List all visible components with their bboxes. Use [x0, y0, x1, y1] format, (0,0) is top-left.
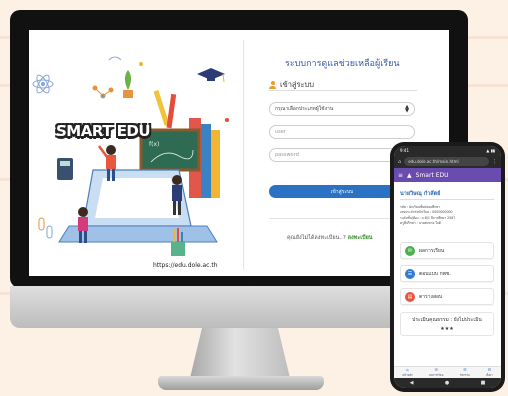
paperclip-icon: [38, 217, 53, 239]
menu-item-exam-schedule[interactable]: ▤ ตารางสอบ: [400, 288, 494, 305]
pencil-cup-icon: [171, 228, 185, 256]
menu-item-label: ตารางสอบ: [419, 293, 443, 300]
graduation-cap-icon: [197, 68, 225, 83]
menu-item-survey[interactable]: ☰ ตอบแบบ กพช.: [400, 265, 494, 282]
education-illustration: f(x): [32, 56, 229, 256]
nav-item-activities[interactable]: ☰ กิจกรรม: [460, 367, 470, 378]
system-navigation: ◀ ● ■: [394, 378, 501, 388]
register-link[interactable]: ลงทะเบียน: [348, 235, 373, 241]
mobile-phone: 9:41 ▲ ▮▮ ⌂ edu.dole.ac.th/main.html ⋮ ≡…: [390, 142, 505, 392]
bottom-navigation: ⌂ หน้าหลัก ✉ ผลการเรียน ☰ กิจกรรม ⚙ ตั้ง…: [394, 366, 501, 378]
back-icon[interactable]: ◀: [410, 380, 414, 386]
brand-logo-text: SMART EDU: [56, 122, 151, 140]
decor-arc: [108, 56, 122, 61]
svg-text:f(x): f(x): [149, 141, 159, 148]
student-info: รหัส : นักเรียนชั้นมัธยมศึกษา เลขประจำตั…: [400, 205, 494, 235]
menu-item-grades[interactable]: ✉ ผลการเรียน: [400, 242, 494, 259]
menu-item-label: ผลการเรียน: [419, 247, 445, 254]
user-type-select[interactable]: กรุณาเลือกประเภทผู้ใช้งาน ▲ ▼: [269, 102, 415, 116]
mail-icon: ✉: [405, 245, 415, 256]
monitor-screen: f(x) SMART EDU https://edu.dole.ac.th ระ…: [29, 30, 449, 276]
evaluation-label: ประเมินคุณธรรม : ยังไม่ประเมิน: [412, 317, 482, 323]
atom-icon: [32, 74, 54, 94]
student-name: นายวิษณุ กำสัตย์: [400, 191, 441, 197]
molecule-icon: [92, 85, 114, 99]
nav-item-settings[interactable]: ⚙ ตั้งค่า: [486, 367, 493, 378]
status-indicators: ▲ ▮▮: [486, 148, 495, 153]
home-button-icon[interactable]: ●: [445, 380, 449, 386]
monitor-stand-base: [158, 376, 324, 390]
menu-icon[interactable]: ≡: [398, 172, 403, 179]
illustration-panel: f(x) SMART EDU https://edu.dole.ac.th: [29, 30, 241, 276]
recents-icon[interactable]: ■: [481, 380, 486, 386]
nav-item-grades[interactable]: ✉ ผลการเรียน: [429, 367, 443, 378]
home-icon: ⌂: [406, 367, 409, 372]
browser-url-bar: ⌂ edu.dole.ac.th/main.html ⋮: [394, 155, 501, 168]
login-title: ระบบการดูแลช่วยเหลือผู้เรียน: [285, 59, 400, 69]
decor-dot: [225, 118, 229, 122]
monitor-stand-neck: [190, 328, 290, 378]
app-title: Smart EDU: [415, 171, 449, 179]
divider: [269, 90, 417, 91]
select-arrows-icon: ▲ ▼: [405, 104, 409, 114]
user-type-select-value: กรุณาเลือกประเภทผู้ใช้งาน: [275, 106, 334, 112]
decor-dot: [139, 62, 143, 66]
student-info-line: ครูที่ปรึกษา : นายสมชาย ใจดี: [400, 221, 441, 226]
browser-url[interactable]: edu.dole.ac.th/main.html: [404, 157, 489, 166]
menu-item-label: ตอบแบบ กพช.: [419, 270, 451, 277]
list-icon: ☰: [405, 268, 415, 279]
password-placeholder: password: [275, 152, 299, 158]
username-input[interactable]: user: [269, 125, 415, 139]
panel-divider: [243, 40, 244, 270]
user-icon: [269, 81, 276, 89]
nav-item-home[interactable]: ⌂ หน้าหลัก: [402, 367, 413, 378]
divider: [400, 199, 494, 200]
more-icon[interactable]: ⋮: [492, 159, 497, 165]
pencils-icon: [153, 89, 177, 129]
evaluation-stars: ★★★: [440, 326, 454, 332]
username-placeholder: user: [275, 129, 286, 135]
plant-icon: [123, 70, 133, 98]
home-icon[interactable]: ⌂: [398, 159, 401, 165]
status-bar: 9:41 ▲ ▮▮: [394, 146, 501, 155]
ethics-evaluation-card[interactable]: ประเมินคุณธรรม : ยังไม่ประเมิน ★★★: [400, 312, 494, 336]
calculator-icon: [57, 158, 73, 180]
graduation-cap-icon: ▲: [407, 171, 412, 179]
status-time: 9:41: [400, 148, 409, 153]
calendar-icon: ▤: [405, 291, 415, 302]
list-icon: ☰: [462, 367, 467, 372]
gear-icon: ⚙: [487, 367, 492, 372]
phone-screen: 9:41 ▲ ▮▮ ⌂ edu.dole.ac.th/main.html ⋮ ≡…: [394, 146, 501, 388]
app-bar: ≡ ▲ Smart EDU: [394, 168, 501, 182]
register-prompt: คุณยังไม่ได้ลงทะเบียน..? ลงทะเบียน: [287, 234, 373, 242]
site-url[interactable]: https://edu.dole.ac.th: [153, 262, 218, 269]
register-prompt-text: คุณยังไม่ได้ลงทะเบียน..?: [287, 235, 346, 241]
mail-icon: ✉: [434, 367, 438, 372]
